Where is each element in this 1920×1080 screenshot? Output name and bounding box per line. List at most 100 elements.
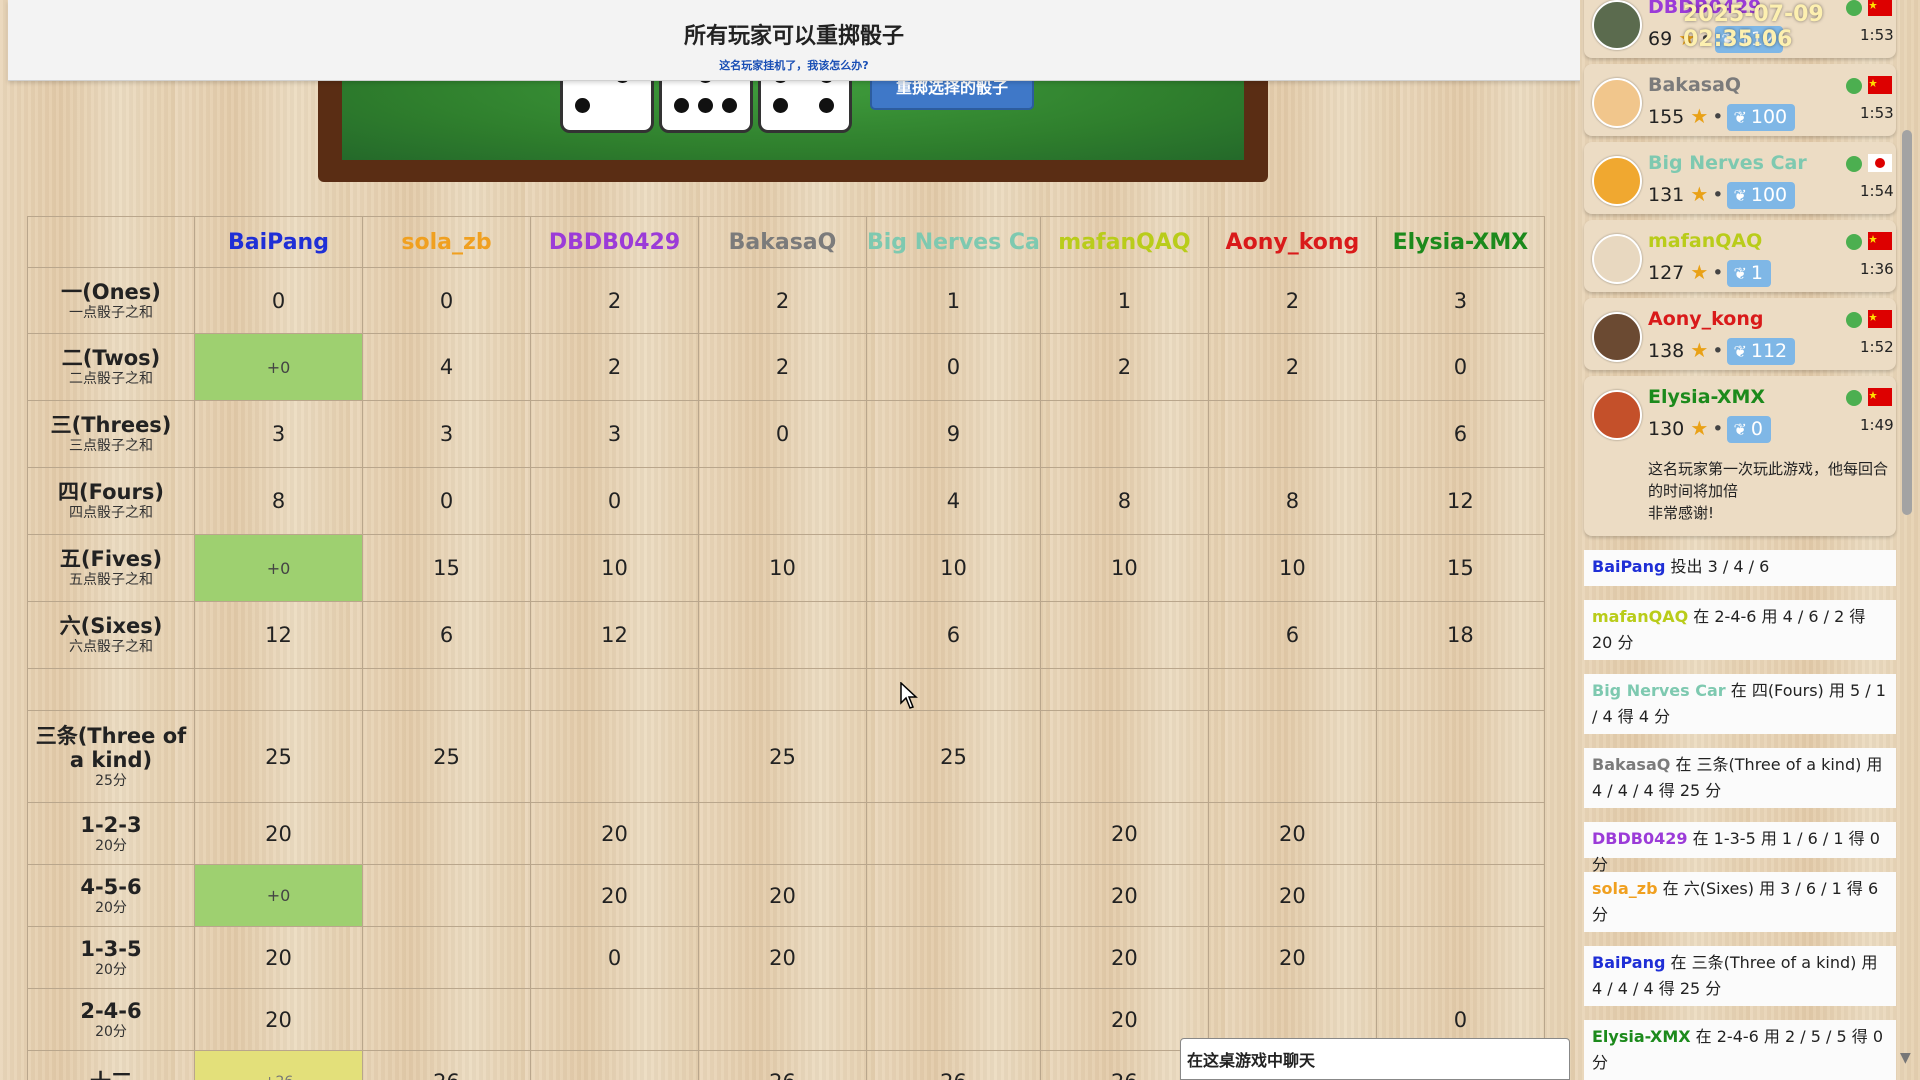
log-player-name[interactable]: Elysia-XMX: [1592, 1027, 1691, 1046]
score-cell: 25: [362, 710, 531, 803]
mouse-cursor-icon: [900, 682, 918, 709]
player-card[interactable]: Aony_kong 138 ★ • ❦ 112 1:52: [1584, 298, 1896, 370]
player-name[interactable]: Big Nerves Car: [1648, 152, 1807, 174]
score-cell[interactable]: +0: [194, 534, 363, 602]
score-cell: 9: [866, 400, 1041, 468]
avatar[interactable]: [1592, 156, 1642, 206]
log-player-name[interactable]: Big Nerves Car: [1592, 681, 1726, 700]
chat-input[interactable]: 在这桌游戏中聊天: [1180, 1038, 1570, 1080]
row-category-desc: 五点骰子之和: [69, 572, 153, 588]
star-icon: ★: [1690, 338, 1709, 362]
online-status-icon: [1846, 78, 1862, 94]
star-icon: ★: [1690, 416, 1709, 440]
spacer-cell: [362, 668, 531, 711]
avatar[interactable]: [1592, 0, 1642, 50]
row-category: 2-4-6 20分: [27, 988, 195, 1051]
row-category-desc: 六点骰子之和: [69, 639, 153, 655]
spacer-cell: [866, 668, 1041, 711]
score-cell: 18: [1375, 601, 1545, 669]
score-cell: 10: [1039, 534, 1209, 602]
score-cell: 20: [530, 802, 699, 865]
player-name[interactable]: BakasaQ: [1648, 74, 1741, 96]
game-area: 重掷选择的骰子 所有玩家可以重掷骰子 这名玩家挂机了，我该怎么办? BaiPan…: [0, 0, 1580, 1080]
score-cell: [866, 926, 1041, 989]
afk-help-link[interactable]: 这名玩家挂机了，我该怎么办?: [8, 57, 1580, 73]
score-cell: 26: [866, 1050, 1041, 1080]
avatar[interactable]: [1592, 390, 1642, 440]
separator-dot: •: [1712, 418, 1724, 440]
separator-dot: •: [1712, 340, 1724, 362]
score-row: 4-5-6 20分 +0 20 20 20 20: [27, 864, 1545, 927]
row-category: 十三: [27, 1050, 195, 1080]
player-card[interactable]: Elysia-XMX 130 ★ • ❦ 0 1:49 这名玩家第一次玩此游戏，他每回合的时…: [1584, 376, 1896, 536]
row-category: 三(Threes) 三点骰子之和: [27, 400, 195, 468]
spacer-cell: [194, 668, 363, 711]
player-name[interactable]: mafanQAQ: [1648, 230, 1762, 252]
score-cell: 25: [194, 710, 363, 803]
score-cell: 10: [530, 534, 699, 602]
row-category-desc: 20分: [95, 961, 127, 978]
score-cell: 10: [1207, 534, 1377, 602]
star-icon: ★: [1690, 260, 1709, 284]
score-cell: [1207, 710, 1377, 803]
row-category: 一(Ones) 一点骰子之和: [27, 267, 195, 334]
laurel-badge: ❦ 100: [1727, 104, 1796, 131]
score-cell[interactable]: +0: [194, 864, 363, 927]
score-cell: [1039, 601, 1209, 669]
score-cell: 0: [698, 400, 867, 468]
avatar[interactable]: [1592, 234, 1642, 284]
score-cell[interactable]: +0: [194, 333, 363, 401]
score-cell: 4: [866, 467, 1041, 535]
score-cell: 0: [866, 333, 1041, 401]
log-text: 投出 3 / 4 / 6: [1665, 557, 1770, 576]
timestamp: 2025-07-09 02:35:06: [1683, 2, 1824, 52]
log-player-name[interactable]: BakasaQ: [1592, 755, 1670, 774]
log-player-name[interactable]: BaiPang: [1592, 557, 1665, 576]
player-stats: 138 ★ • ❦ 112: [1648, 338, 1796, 365]
laurel-count: 100: [1750, 106, 1788, 128]
turn-timer: 1:53: [1860, 104, 1894, 122]
row-category-name: 1-3-5: [80, 936, 142, 961]
score-cell: 20: [1207, 926, 1377, 989]
avatar[interactable]: [1592, 78, 1642, 128]
player-name[interactable]: Aony_kong: [1648, 308, 1763, 330]
score-cell: 20: [194, 926, 363, 989]
log-entry: mafanQAQ 在 2-4-6 用 4 / 6 / 2 得 20 分: [1584, 600, 1896, 660]
row-category-name: 4-5-6: [80, 874, 142, 899]
side-panel-scrollbar[interactable]: [1902, 130, 1912, 515]
row-category-desc: 二点骰子之和: [69, 371, 153, 387]
laurel-icon: ❦: [1733, 420, 1747, 439]
spacer-cell: [530, 668, 699, 711]
turn-timer: 1:49: [1860, 416, 1894, 434]
row-category-name: 二(Twos): [61, 346, 161, 370]
laurel-icon: ❦: [1733, 342, 1747, 361]
score-cell: 0: [194, 267, 363, 334]
score-cell[interactable]: +26: [194, 1050, 363, 1080]
score-cell: 0: [362, 467, 531, 535]
log-entry: sola_zb 在 六(Sixes) 用 3 / 6 / 1 得 6 分: [1584, 872, 1896, 932]
player-card[interactable]: BakasaQ 155 ★ • ❦ 100 1:53: [1584, 64, 1896, 136]
log-entry: BaiPang 投出 3 / 4 / 6: [1584, 550, 1896, 586]
score-cell: 4: [362, 333, 531, 401]
china-flag-icon: [1868, 232, 1892, 250]
player-note: 这名玩家第一次玩此游戏，他每回合的时间将加倍 非常感谢!: [1648, 460, 1889, 522]
score-row: 三(Threes) 三点骰子之和 3 3 3 0 9 6: [27, 400, 1545, 468]
score-row: 三条(Three of a kind) 25分 25 25 25 25: [27, 710, 1545, 803]
player-card[interactable]: mafanQAQ 127 ★ • ❦ 1 1:36: [1584, 220, 1896, 292]
online-status-icon: [1846, 156, 1862, 172]
log-player-name[interactable]: DBDB0429: [1592, 829, 1687, 848]
score-row: 五(Fives) 五点骰子之和 +0 15 10 10 10 10 10 15: [27, 534, 1545, 602]
scroll-down-icon[interactable]: ▼: [1900, 1050, 1911, 1066]
score-cell: 25: [866, 710, 1041, 803]
log-player-name[interactable]: BaiPang: [1592, 953, 1665, 972]
player-name[interactable]: Elysia-XMX: [1648, 386, 1765, 408]
score-cell: 3: [530, 400, 699, 468]
score-cell: 20: [698, 864, 867, 927]
log-entry: DBDB0429 在 1-3-5 用 1 / 6 / 1 得 0 分: [1584, 822, 1896, 874]
log-player-name[interactable]: sola_zb: [1592, 879, 1658, 898]
avatar[interactable]: [1592, 312, 1642, 362]
score-cell: 0: [530, 467, 699, 535]
log-player-name[interactable]: mafanQAQ: [1592, 607, 1688, 626]
player-card[interactable]: Big Nerves Car 131 ★ • ❦ 100 1:54: [1584, 142, 1896, 214]
score-cell: [362, 864, 531, 927]
